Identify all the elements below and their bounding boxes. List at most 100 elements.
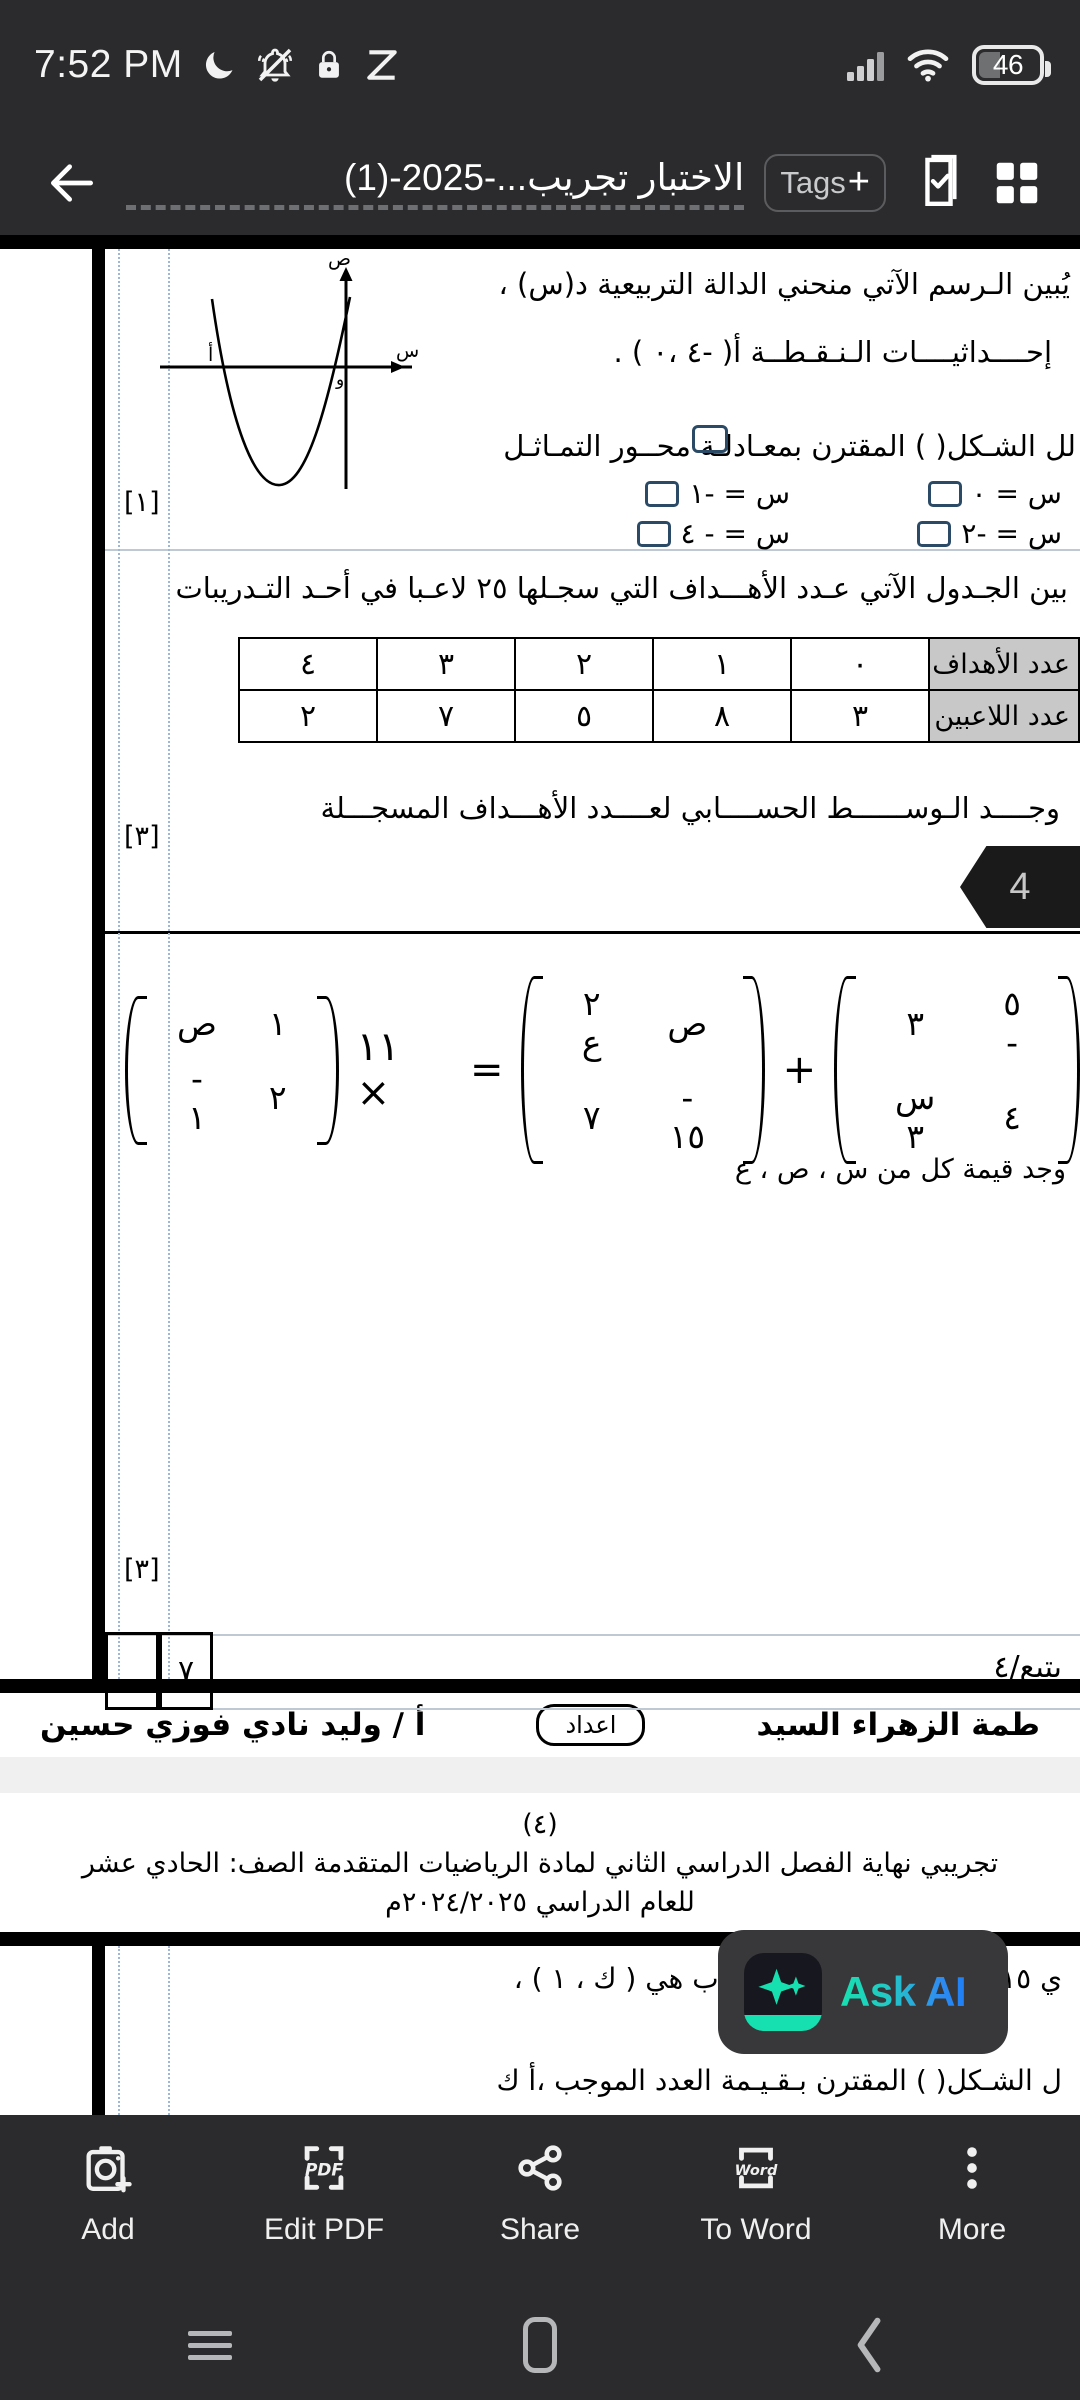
back-button[interactable] — [40, 151, 104, 215]
signature-right: طمة الزهراء السيد — [756, 1707, 1040, 1743]
footer-mark-cells: ٧ — [105, 1632, 213, 1710]
matrix-1-paren-left — [834, 976, 857, 1164]
q1-option-left-2-checkbox[interactable] — [636, 520, 671, 547]
ai-icon-base — [744, 2015, 822, 2031]
bottom-toolbar: Add PDF Edit PDF Share Word To Word More — [0, 2115, 1080, 2290]
matrix-1-paren-right — [1058, 976, 1080, 1164]
q2-text: بين الجـدول الآتي عـدد الأهـــداف التي س… — [175, 571, 1069, 605]
q2-prompt: وجــــد الـوســــــط الحســــابي لعــــد… — [320, 791, 1061, 825]
status-bar: 7:52 PM 46 — [0, 0, 1080, 130]
table-row-2-cell-3: ٧ — [376, 689, 516, 743]
table-row-2-cell-1: ٨ — [652, 689, 792, 743]
nav-back-icon[interactable] — [825, 2310, 915, 2380]
q1-option-right-2[interactable]: س = -٢ — [917, 517, 1062, 550]
matrix-3-paren-right — [316, 995, 339, 1145]
ask-ai-button[interactable]: Ask AI — [718, 1930, 1008, 2054]
signature-left: أ / وليد نادي فوزي حسين — [40, 1707, 426, 1743]
toolbar-item-edit-pdf[interactable]: PDF Edit PDF — [224, 2137, 424, 2247]
add-tags-button[interactable]: Tags + — [764, 153, 886, 212]
scalar-multiplier: ١١ × — [356, 1024, 400, 1116]
matrix-3-paren-left — [125, 995, 147, 1145]
q1-line-1: يُبين الـرسم الآتي منحني الدالة التربيعي… — [498, 267, 1070, 301]
matrix-1-table: ٣ ٥ - س ٣ ٤ — [860, 976, 1054, 1164]
wifi-icon — [905, 47, 951, 83]
page-4-head-line-1: تجريبي نهاية الفصل الدراسي الثاني لمادة … — [81, 1848, 999, 1880]
q3-prompt: وجد قيمة كل من س ، ص ، ع — [734, 1154, 1066, 1185]
table-row: عدد اللاعبين ٣ ٨ ٥ ٧ ٢ — [238, 689, 1080, 743]
toolbar-item-more[interactable]: More — [872, 2137, 1072, 2247]
table-row-1-header: عدد الأهداف — [928, 637, 1080, 691]
checkbox-document-icon[interactable] — [900, 144, 978, 222]
question-1-block: يُبين الـرسم الآتي منحني الدالة التربيعي… — [0, 248, 1080, 550]
matrix-2-table: ٢ ع ص ٧ - ١٥ — [547, 976, 738, 1164]
page-4-guide-1 — [118, 1946, 120, 2115]
q1-option-left-1-checkbox[interactable] — [645, 480, 680, 507]
document-page-3: يُبين الـرسم الآتي منحني الدالة التربيعي… — [0, 235, 1080, 1757]
tags-plus-icon: + — [847, 161, 870, 204]
battery-icon: 46 — [972, 45, 1051, 85]
matrix-2-paren-left — [521, 976, 544, 1164]
more-vertical-icon — [943, 2137, 1001, 2199]
question-2-block: بين الجـدول الآتي عـدد الأهـــداف التي س… — [0, 551, 1080, 928]
m2-r0c0: ٢ ع — [581, 984, 602, 1062]
toolbar-label-edit-pdf: Edit PDF — [263, 2213, 385, 2246]
page-gap — [0, 1757, 1080, 1793]
parabola-graph: س ص و أ — [150, 248, 430, 497]
goals-table: عدد الأهداف ٠ ١ ٢ ٣ ٤ عدد اللاعبين ٣ ٨ ٥… — [238, 637, 1080, 743]
page-4-head-line-2: للعام الدراسي ٢٠٢٤/٢٠٢٥م — [385, 1887, 695, 1919]
table-row-2-cell-2: ٥ — [514, 689, 654, 743]
page-4-q-line-2: ل الشـكل( ) المقترن بـقـيـمة العدد الموج… — [496, 2064, 1062, 2098]
matrix-2-paren-right — [742, 976, 765, 1164]
capcut-icon — [363, 46, 401, 84]
goals-table-element: عدد الأهداف ٠ ١ ٢ ٣ ٤ عدد اللاعبين ٣ ٨ ٥… — [238, 637, 1080, 743]
q1-option-left-2-label: س = - ٤ — [680, 517, 791, 550]
table-row-1-cell-0: ٠ — [790, 637, 930, 691]
q1-option-right-1-checkbox[interactable] — [927, 480, 962, 507]
moon-icon — [200, 46, 238, 84]
q1-shape-checkbox[interactable] — [692, 425, 728, 453]
m1-r0c1: ٥ - — [1003, 984, 1021, 1062]
svg-text:Word: Word — [735, 2163, 778, 2179]
document-title-container[interactable]: الاختبار تجريب...-2025-(1) — [126, 156, 745, 210]
page-4-frame-left — [92, 1946, 105, 2115]
q1-option-left-1[interactable]: س = -١ — [645, 477, 790, 510]
table-row-2-cell-0: ٣ — [790, 689, 930, 743]
app-header: الاختبار تجريب...-2025-(1) Tags + — [0, 130, 1080, 235]
table-row-2-header: عدد اللاعبين — [928, 689, 1080, 743]
q3-marks: [٣] — [124, 1554, 160, 1585]
m3-r0c0: ص — [177, 1003, 217, 1043]
q1-option-left-2[interactable]: س = - ٤ — [636, 517, 791, 550]
q1-option-right-2-checkbox[interactable] — [917, 520, 952, 547]
word-icon: Word — [727, 2137, 785, 2199]
toolbar-label-more: More — [937, 2213, 1007, 2246]
home-shape — [523, 2317, 557, 2373]
m3-r1c0: - ١ — [188, 1058, 206, 1137]
toolbar-item-to-word[interactable]: Word To Word — [656, 2137, 856, 2247]
footer-note: يتبع/٤ — [993, 1650, 1062, 1685]
svg-text:PDF: PDF — [305, 2160, 343, 2180]
m2-r1c1: - ١٥ — [669, 1078, 706, 1156]
footer-mark-empty — [105, 1632, 159, 1710]
notifications-muted-icon — [255, 45, 295, 85]
status-bar-right: 46 — [847, 45, 1051, 85]
q1-option-right-1-label: س = ٠ — [971, 477, 1063, 510]
table-row-2-cell-4: ٢ — [238, 689, 378, 743]
matrix-2: ٢ ع ص ٧ - ١٥ — [521, 976, 765, 1164]
table-row-1-cell-1: ١ — [652, 637, 792, 691]
home-icon[interactable] — [495, 2310, 585, 2380]
q1-option-left-1-label: س = -١ — [689, 477, 790, 510]
m3-r1c1: ٢ — [268, 1078, 287, 1117]
camera-add-icon — [79, 2137, 137, 2199]
ai-sparkle-icon — [744, 1953, 822, 2031]
status-bar-left: 7:52 PM — [34, 43, 401, 87]
document-viewer[interactable]: يُبين الـرسم الآتي منحني الدالة التربيعي… — [0, 235, 1080, 2115]
recents-icon[interactable] — [165, 2310, 255, 2380]
toolbar-label-to-word: To Word — [700, 2213, 812, 2246]
page-number-tag: 4 — [960, 846, 1080, 928]
q1-option-right-1[interactable]: س = ٠ — [927, 477, 1063, 510]
toolbar-item-add[interactable]: Add — [8, 2137, 208, 2247]
tags-label: Tags — [780, 164, 846, 200]
toolbar-item-share[interactable]: Share — [440, 2137, 640, 2247]
grid-view-icon[interactable] — [978, 144, 1056, 222]
title-underline — [126, 204, 745, 210]
